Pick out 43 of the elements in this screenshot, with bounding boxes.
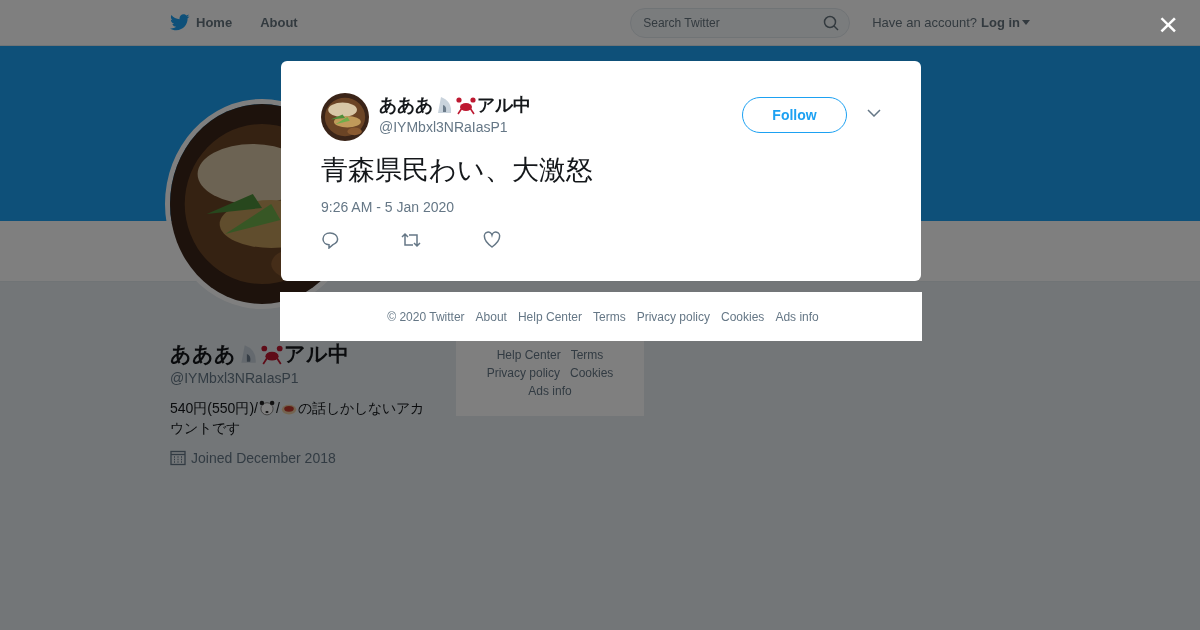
profile-name: あああ <box>170 341 236 368</box>
tweet-text: 青森県民わい、大激怒 <box>321 154 594 187</box>
bird-icon <box>170 14 190 31</box>
footer-link[interactable]: Cookies <box>721 309 765 324</box>
bio-text: 540円(550円)/ <box>170 399 258 418</box>
calendar-icon <box>170 450 186 466</box>
retweet-icon <box>401 231 421 249</box>
nav-link[interactable]: Home <box>170 14 233 31</box>
bio-text: ウントです <box>170 419 240 438</box>
panda-icon <box>258 400 275 416</box>
footer-link[interactable]: Privacy policy <box>636 309 710 324</box>
tweet-author-handle[interactable]: @IYMbxl3NRaIasP1 <box>379 119 742 135</box>
search-field[interactable]: Search Twitter <box>630 7 851 38</box>
footer-link[interactable]: Help Center <box>517 309 582 324</box>
login-link[interactable]: Log in <box>981 15 1030 30</box>
bio-text: の話しかしないアカ <box>297 399 424 418</box>
caret-icon <box>1022 20 1030 25</box>
profile-handle[interactable]: @IYMbxl3NRaIasP1 <box>170 370 440 386</box>
tweet-author-name: アル中 <box>477 94 531 117</box>
nav-link[interactable]: About <box>260 15 298 30</box>
footer-link[interactable]: Ads info <box>775 309 819 324</box>
footer-link[interactable]: © 2020 Twitter <box>387 309 465 324</box>
chevron-icon <box>867 109 881 117</box>
footer-link[interactable]: Terms <box>570 346 604 364</box>
follow-button[interactable]: Follow <box>742 97 847 133</box>
joined-date: Joined December 2018 <box>191 450 336 466</box>
footer-link[interactable]: Terms <box>593 309 626 324</box>
crab-icon <box>456 95 476 115</box>
search-icon <box>823 14 840 31</box>
tweet-author-name: あああ <box>379 94 433 117</box>
footer-link[interactable]: Ads info <box>528 382 572 400</box>
tweet-timestamp[interactable]: 9:26 AM - 5 Jan 2020 <box>321 199 881 215</box>
footer-link[interactable]: Cookies <box>570 364 614 382</box>
close-button[interactable]: × <box>1158 6 1178 42</box>
bio-text: / <box>275 399 280 418</box>
footer-link[interactable]: Privacy policy <box>486 364 560 382</box>
crab-icon <box>261 343 283 365</box>
heart-icon <box>483 231 501 249</box>
profile-name: アル中 <box>284 341 349 367</box>
reply-icon <box>321 231 339 249</box>
footer-link[interactable]: About <box>475 309 507 324</box>
footer-link[interactable]: Help Center <box>496 346 561 364</box>
account-prompt: Have an account? <box>872 15 977 30</box>
